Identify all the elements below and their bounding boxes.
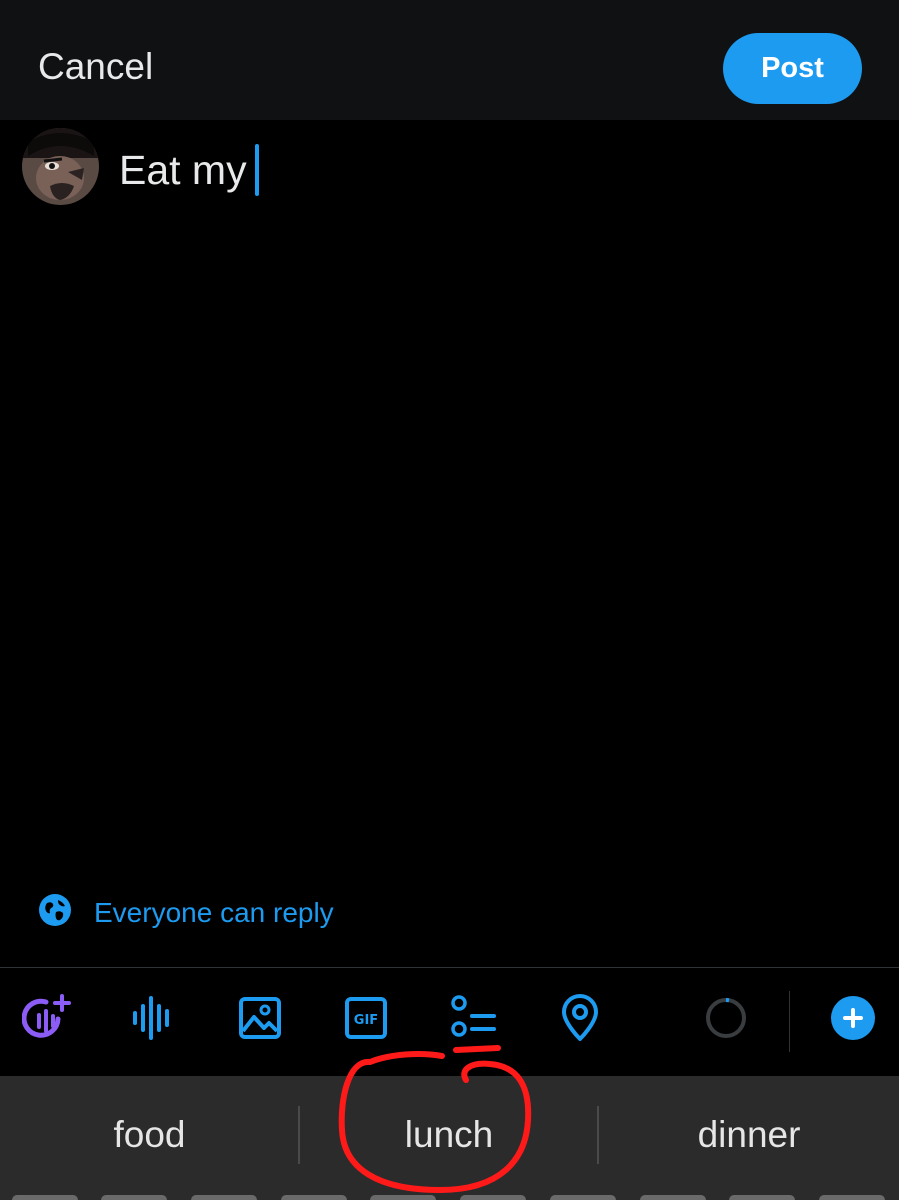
toolbar-divider [0, 967, 899, 968]
audio-waveform-icon [128, 993, 178, 1048]
gif-icon-text: GIF [354, 1013, 378, 1028]
character-count-ring [701, 995, 751, 1045]
suggestion-lunch[interactable]: lunch [300, 1076, 598, 1194]
post-button[interactable]: Post [723, 33, 862, 104]
user-avatar-image [22, 128, 99, 205]
keyboard-key[interactable] [550, 1195, 616, 1200]
suggestion-food[interactable]: food [0, 1076, 299, 1194]
suggestion-dinner[interactable]: dinner [599, 1076, 899, 1194]
compose-post-screen: Cancel Post Eat my Everyone can reply GI… [0, 0, 899, 1200]
grok-voice-button[interactable] [21, 993, 72, 1048]
keyboard-key[interactable] [12, 1195, 78, 1200]
cancel-button[interactable]: Cancel [38, 46, 153, 88]
add-thread-button[interactable] [828, 995, 878, 1045]
compose-text: Eat my [119, 146, 247, 193]
compose-header: Cancel Post [0, 0, 899, 120]
location-pin-icon [557, 993, 603, 1048]
keyboard-key[interactable] [191, 1195, 257, 1200]
keyboard-key[interactable] [819, 1195, 885, 1200]
audio-button[interactable] [128, 995, 178, 1045]
keyboard-key[interactable] [101, 1195, 167, 1200]
keyboard-suggestion-bar: food lunch dinner [0, 1076, 899, 1200]
text-caret [254, 144, 259, 196]
character-count-ring-icon [703, 995, 749, 1046]
location-button[interactable] [555, 993, 605, 1048]
image-icon [237, 995, 283, 1046]
keyboard-key[interactable] [281, 1195, 347, 1200]
keyboard-key[interactable] [460, 1195, 526, 1200]
keyboard-key[interactable] [370, 1195, 436, 1200]
compose-text-input[interactable]: Eat my [119, 144, 259, 196]
image-button[interactable] [235, 995, 285, 1045]
reply-setting-label: Everyone can reply [94, 896, 334, 928]
poll-icon [448, 993, 498, 1048]
plus-icon [830, 995, 876, 1046]
gif-button[interactable]: GIF [341, 995, 391, 1045]
poll-button[interactable] [448, 993, 498, 1048]
gif-icon: GIF [343, 995, 389, 1046]
keyboard-key[interactable] [640, 1195, 706, 1200]
avatar[interactable] [22, 128, 99, 205]
keyboard-key[interactable] [729, 1195, 795, 1200]
grok-voice-icon [21, 993, 72, 1048]
globe-icon [38, 893, 72, 932]
toolbar-separator [789, 991, 790, 1052]
reply-setting-button[interactable]: Everyone can reply [38, 893, 334, 932]
